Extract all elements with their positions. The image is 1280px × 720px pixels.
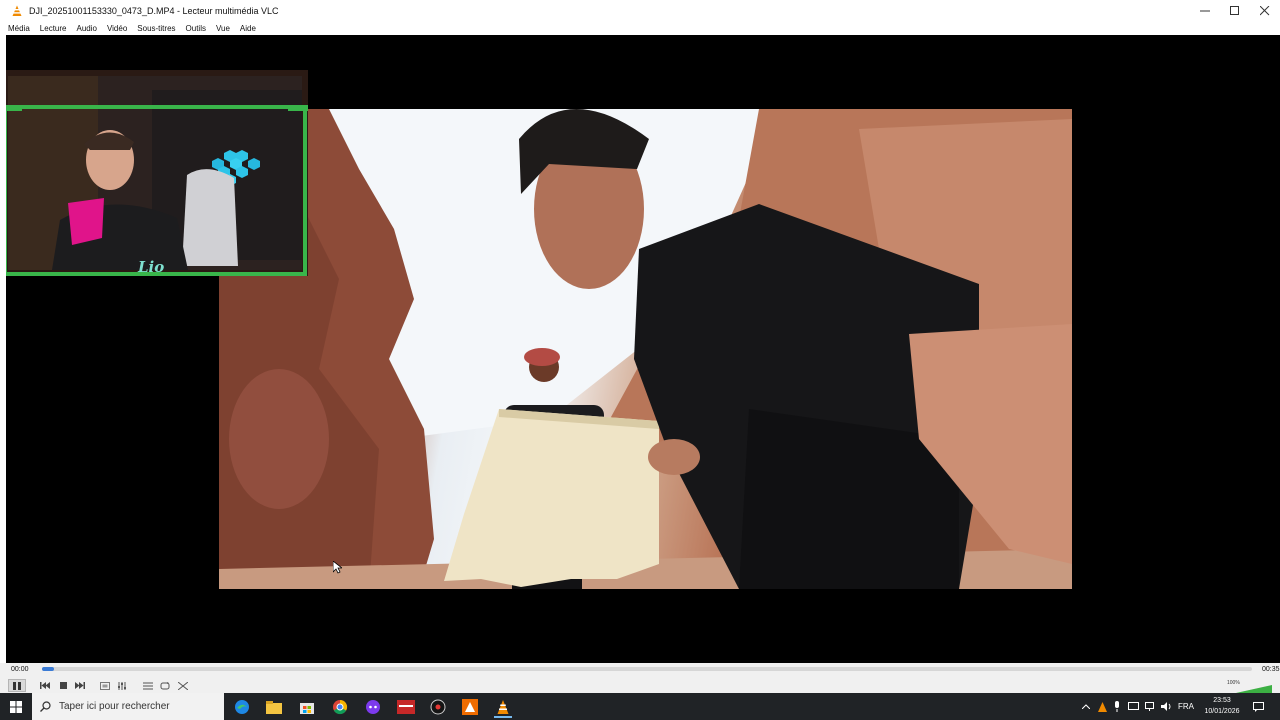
menu-view[interactable]: Vue	[216, 24, 230, 33]
notification-button[interactable]	[1250, 693, 1266, 720]
taskbar-edge[interactable]	[228, 695, 256, 718]
shuffle-button[interactable]	[176, 679, 190, 692]
maximize-button[interactable]	[1220, 0, 1250, 21]
next-button[interactable]	[73, 679, 87, 692]
menu-bar: Média Lecture Audio Vidéo Sous-titres Ou…	[0, 21, 1280, 35]
vlc-cone-icon	[1097, 701, 1107, 712]
menu-audio[interactable]: Audio	[76, 24, 96, 33]
player-controls: 00:00 00:35 100%	[0, 663, 1280, 693]
taskbar-store[interactable]	[293, 695, 321, 718]
speaker-icon	[1160, 702, 1170, 711]
loop-button[interactable]	[158, 679, 172, 692]
window-controls	[1190, 0, 1280, 21]
title-bar: DJI_20251001153330_0473_D.MP4 - Lecteur …	[0, 0, 1280, 21]
next-icon	[75, 682, 85, 689]
display-icon	[1127, 702, 1139, 710]
notification-icon	[1252, 701, 1264, 712]
chrome-icon	[333, 699, 348, 714]
taskbar-file-explorer[interactable]	[260, 695, 288, 718]
obs-icon	[430, 699, 446, 714]
taskbar-clock[interactable]: 23:53 10/01/2026	[1200, 695, 1244, 717]
time-total: 00:35	[1262, 666, 1280, 673]
menu-help[interactable]: Aide	[240, 24, 256, 33]
minimize-icon	[1200, 10, 1210, 11]
window-left-edge	[0, 35, 6, 663]
tray-display[interactable]	[1126, 693, 1140, 720]
taskbar-red-app[interactable]	[392, 695, 420, 718]
pause-button[interactable]	[8, 679, 26, 692]
playlist-icon	[143, 682, 153, 689]
orange-app-icon	[462, 698, 478, 715]
taskbar-vlc[interactable]	[489, 695, 517, 718]
pause-icon	[13, 681, 21, 690]
fullscreen-button[interactable]	[98, 679, 112, 692]
taskbar-search[interactable]: Taper ici pour rechercher	[32, 693, 224, 720]
tray-microphone[interactable]	[1111, 693, 1123, 720]
close-button[interactable]	[1250, 0, 1280, 21]
clock-time: 23:53	[1213, 697, 1231, 704]
menu-lecture[interactable]: Lecture	[40, 24, 67, 33]
taskbar-chrome[interactable]	[326, 695, 354, 718]
red-app-icon	[397, 699, 415, 714]
vlc-cone-icon	[497, 699, 509, 714]
search-placeholder: Taper ici pour rechercher	[59, 701, 170, 712]
fullscreen-icon	[100, 681, 110, 690]
video-area[interactable]: Lio	[0, 35, 1280, 663]
tray-network[interactable]	[1143, 693, 1157, 720]
close-icon	[1260, 5, 1270, 15]
store-icon	[300, 702, 314, 714]
tray-vlc[interactable]	[1096, 693, 1108, 720]
webcam-scene	[2, 70, 308, 276]
tray-overflow-button[interactable]	[1080, 693, 1092, 720]
tray-language[interactable]: FRA	[1176, 693, 1196, 720]
video-frame	[219, 109, 1072, 589]
video-scene	[219, 109, 1072, 589]
time-elapsed: 00:00	[11, 666, 29, 673]
taskbar-obs[interactable]	[424, 695, 452, 718]
windows-logo-icon	[10, 700, 22, 713]
taskbar: Taper ici pour rechercher FRA 23:53 10/0…	[0, 693, 1280, 720]
taskbar-orange-app[interactable]	[456, 695, 484, 718]
stop-icon	[59, 682, 67, 689]
seek-bar-fill	[42, 667, 55, 671]
shuffle-icon	[178, 681, 188, 690]
chat-app-icon	[366, 699, 380, 714]
taskbar-chat-app[interactable]	[359, 695, 387, 718]
window-title: DJI_20251001153330_0473_D.MP4 - Lecteur …	[29, 5, 279, 16]
vlc-cone-icon	[12, 5, 22, 16]
volume-slider[interactable]	[1236, 685, 1272, 693]
previous-icon	[40, 682, 50, 689]
tray-language-label: FRA	[1178, 702, 1194, 711]
overlay-logo-text: Lio	[138, 258, 165, 276]
edge-browser-icon	[235, 699, 249, 714]
extended-settings-button[interactable]	[115, 679, 129, 692]
microphone-icon	[1115, 701, 1119, 712]
playlist-button[interactable]	[141, 679, 155, 692]
maximize-icon	[1230, 5, 1239, 15]
mouse-cursor-icon	[333, 561, 342, 574]
equalizer-icon	[118, 681, 126, 690]
seek-bar[interactable]	[42, 667, 1252, 671]
minimize-button[interactable]	[1190, 0, 1220, 21]
menu-video[interactable]: Vidéo	[107, 24, 127, 33]
tray-volume[interactable]	[1159, 693, 1173, 720]
webcam-overlay: Lio	[2, 70, 308, 276]
search-icon	[40, 701, 51, 712]
folder-icon	[266, 700, 282, 714]
menu-media[interactable]: Média	[8, 24, 30, 33]
previous-button[interactable]	[38, 679, 52, 692]
stop-button[interactable]	[56, 679, 70, 692]
network-icon	[1144, 702, 1154, 711]
loop-icon	[160, 681, 170, 689]
chevron-up-icon	[1082, 704, 1090, 709]
menu-tools[interactable]: Outils	[186, 24, 206, 33]
clock-date: 10/01/2026	[1204, 708, 1240, 715]
menu-subtitles[interactable]: Sous-titres	[137, 24, 175, 33]
start-button[interactable]	[0, 693, 32, 720]
